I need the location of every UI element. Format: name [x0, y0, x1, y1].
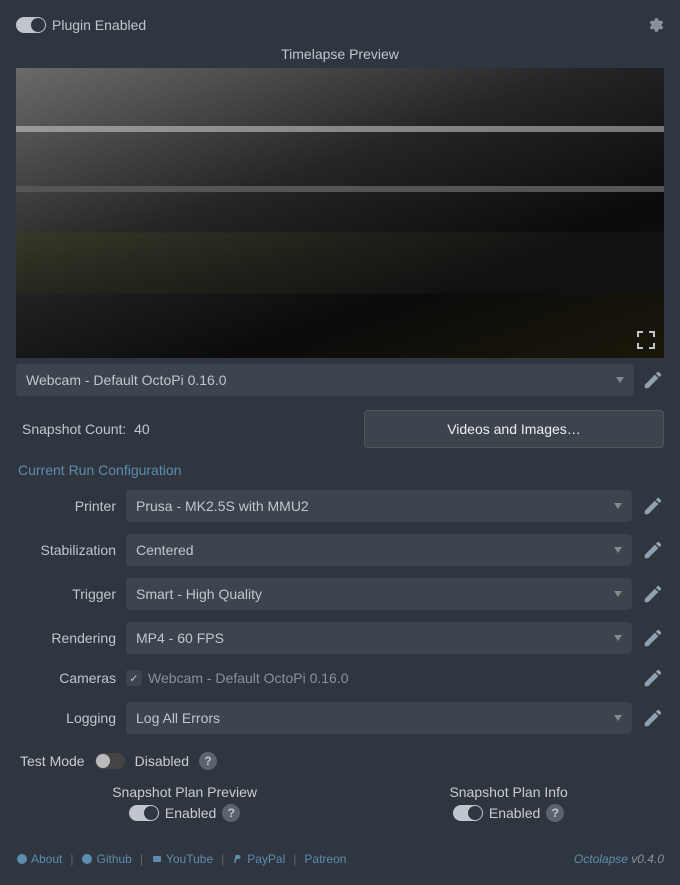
cameras-label: Cameras	[16, 670, 116, 686]
rendering-select[interactable]: MP4 - 60 FPS	[126, 622, 632, 654]
trigger-label: Trigger	[16, 586, 116, 602]
toggle-switch-icon	[16, 17, 46, 33]
help-icon[interactable]: ?	[546, 804, 564, 822]
timelapse-preview-image	[16, 68, 664, 358]
version-text: v0.4.0	[631, 852, 664, 866]
edit-cameras-icon[interactable]	[642, 667, 664, 689]
snapshot-info-state: Enabled	[489, 805, 540, 821]
caret-down-icon	[614, 591, 622, 597]
cameras-checkbox-row[interactable]: ✓ Webcam - Default OctoPi 0.16.0	[126, 666, 632, 690]
rendering-select-value: MP4 - 60 FPS	[136, 630, 224, 646]
github-icon	[81, 853, 93, 865]
paypal-link[interactable]: PayPal	[232, 852, 285, 866]
logging-select[interactable]: Log All Errors	[126, 702, 632, 734]
printer-select[interactable]: Prusa - MK2.5S with MMU2	[126, 490, 632, 522]
github-link[interactable]: Github	[81, 852, 131, 866]
check-icon: ✓	[126, 670, 142, 686]
youtube-link[interactable]: YouTube	[151, 852, 213, 866]
patreon-link[interactable]: Patreon	[304, 852, 346, 866]
snapshot-preview-title: Snapshot Plan Preview	[112, 784, 257, 800]
current-run-config-link[interactable]: Current Run Configuration	[16, 462, 185, 478]
cameras-value: Webcam - Default OctoPi 0.16.0	[148, 670, 349, 686]
edit-webcam-icon[interactable]	[642, 369, 664, 391]
snapshot-info-toggle[interactable]	[453, 805, 483, 821]
caret-down-icon	[614, 715, 622, 721]
stabilization-label: Stabilization	[16, 542, 116, 558]
snapshot-count: Snapshot Count: 40	[16, 421, 150, 437]
edit-stabilization-icon[interactable]	[642, 539, 664, 561]
printer-select-value: Prusa - MK2.5S with MMU2	[136, 498, 309, 514]
youtube-icon	[151, 853, 163, 865]
about-link[interactable]: About	[16, 852, 62, 866]
webcam-select[interactable]: Webcam - Default OctoPi 0.16.0	[16, 364, 634, 396]
plugin-enabled-toggle[interactable]: Plugin Enabled	[16, 17, 146, 33]
brand-name: Octolapse	[574, 852, 628, 866]
webcam-select-value: Webcam - Default OctoPi 0.16.0	[26, 372, 227, 388]
caret-down-icon	[614, 503, 622, 509]
test-mode-toggle[interactable]	[95, 753, 125, 769]
stabilization-select[interactable]: Centered	[126, 534, 632, 566]
edit-logging-icon[interactable]	[642, 707, 664, 729]
plugin-enabled-label: Plugin Enabled	[52, 17, 146, 33]
test-mode-state: Disabled	[135, 753, 189, 769]
brand-version: Octolapse v0.4.0	[574, 852, 664, 866]
snapshot-count-value: 40	[134, 421, 150, 437]
snapshot-count-label: Snapshot Count:	[22, 421, 126, 437]
logging-select-value: Log All Errors	[136, 710, 220, 726]
fullscreen-icon[interactable]	[634, 328, 658, 352]
info-icon	[16, 853, 28, 865]
help-icon[interactable]: ?	[199, 752, 217, 770]
rendering-label: Rendering	[16, 630, 116, 646]
snapshot-preview-toggle[interactable]	[129, 805, 159, 821]
snapshot-preview-state: Enabled	[165, 805, 216, 821]
caret-down-icon	[614, 547, 622, 553]
test-mode-label: Test Mode	[20, 753, 85, 769]
edit-rendering-icon[interactable]	[642, 627, 664, 649]
caret-down-icon	[614, 635, 622, 641]
help-icon[interactable]: ?	[222, 804, 240, 822]
preview-title: Timelapse Preview	[16, 46, 664, 62]
caret-down-icon	[616, 377, 624, 383]
edit-printer-icon[interactable]	[642, 495, 664, 517]
snapshot-info-title: Snapshot Plan Info	[449, 784, 567, 800]
gear-icon[interactable]	[646, 16, 664, 34]
videos-images-button[interactable]: Videos and Images…	[364, 410, 664, 448]
stabilization-select-value: Centered	[136, 542, 194, 558]
trigger-select-value: Smart - High Quality	[136, 586, 262, 602]
printer-label: Printer	[16, 498, 116, 514]
logging-label: Logging	[16, 710, 116, 726]
trigger-select[interactable]: Smart - High Quality	[126, 578, 632, 610]
edit-trigger-icon[interactable]	[642, 583, 664, 605]
paypal-icon	[232, 853, 244, 865]
